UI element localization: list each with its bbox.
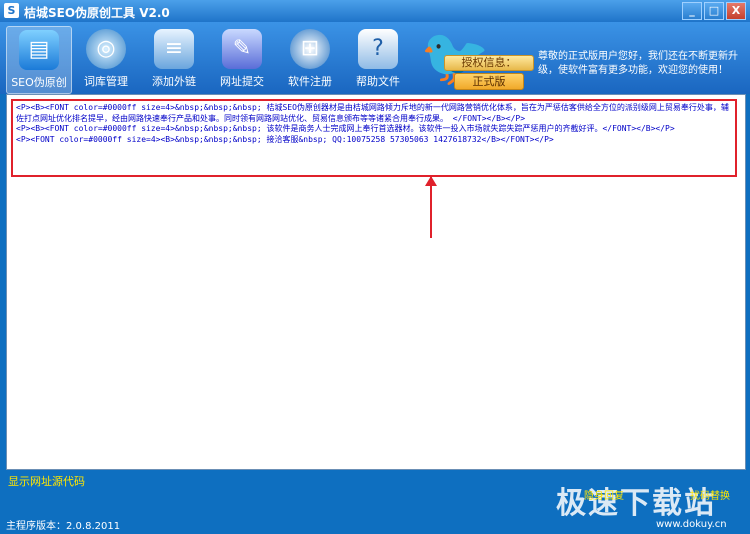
tool-label: 软件注册 <box>288 75 332 88</box>
auth-value: 正式版 <box>454 73 524 90</box>
tool-url-submit[interactable]: ✎ 网址提交 <box>210 26 274 92</box>
window-title: 桔城SEO伪原创工具 V2.0 <box>24 6 170 20</box>
window-controls: _ □ X <box>682 2 746 20</box>
title-bar: S 桔城SEO伪原创工具 V2.0 _ □ X <box>0 0 750 22</box>
stack-layers-icon: ≡ <box>154 29 194 69</box>
scramble-replace-link[interactable]: 扰码替换 <box>690 487 730 502</box>
tool-add-links[interactable]: ≡ 添加外链 <box>142 26 206 92</box>
app-icon: S <box>4 3 19 18</box>
tool-label: 网址提交 <box>220 75 264 88</box>
show-source-link[interactable]: 显示网址源代码 <box>8 473 85 489</box>
pencil-ink-icon: ✎ <box>222 29 262 69</box>
tool-seo-rewrite[interactable]: ▤ SEO伪原创 <box>6 26 72 94</box>
document-pages-icon: ▤ <box>19 30 59 70</box>
tool-lexicon-manage[interactable]: ◎ 词库管理 <box>74 26 138 92</box>
tool-help-file[interactable]: ? 帮助文件 <box>346 26 410 92</box>
tool-label: SEO伪原创 <box>11 76 67 89</box>
annotation-arrow-head <box>425 176 437 186</box>
tool-label: 词库管理 <box>84 75 128 88</box>
stealth-reply-link[interactable]: 隐身回复 <box>584 487 624 502</box>
disc-cd-icon: ◎ <box>86 29 126 69</box>
tool-software-register[interactable]: ⊞ 软件注册 <box>278 26 342 92</box>
help-window-icon: ? <box>358 29 398 69</box>
watermark-url: www.dokuy.cn <box>656 519 727 530</box>
html-code-text[interactable]: <P><B><FONT color=#0000ff size=4>&nbsp;&… <box>11 99 737 177</box>
auth-label: 授权信息： <box>444 55 534 71</box>
tool-label: 帮助文件 <box>356 75 400 88</box>
windows-shield-icon: ⊞ <box>290 29 330 69</box>
tool-label: 添加外链 <box>152 75 196 88</box>
maximize-button[interactable]: □ <box>704 2 724 20</box>
content-editor[interactable]: <P><B><FONT color=#0000ff size=4>&nbsp;&… <box>6 94 746 470</box>
version-label: 主程序版本：2.0.8.2011 <box>6 521 121 532</box>
close-button[interactable]: X <box>726 2 746 20</box>
auth-info-panel: 授权信息： 正式版 <box>444 55 534 91</box>
welcome-message: 尊敬的正式版用户您好，我们还在不断更新升级，使软件富有更多功能，欢迎您的使用！ <box>538 51 738 76</box>
minimize-button[interactable]: _ <box>682 2 702 20</box>
